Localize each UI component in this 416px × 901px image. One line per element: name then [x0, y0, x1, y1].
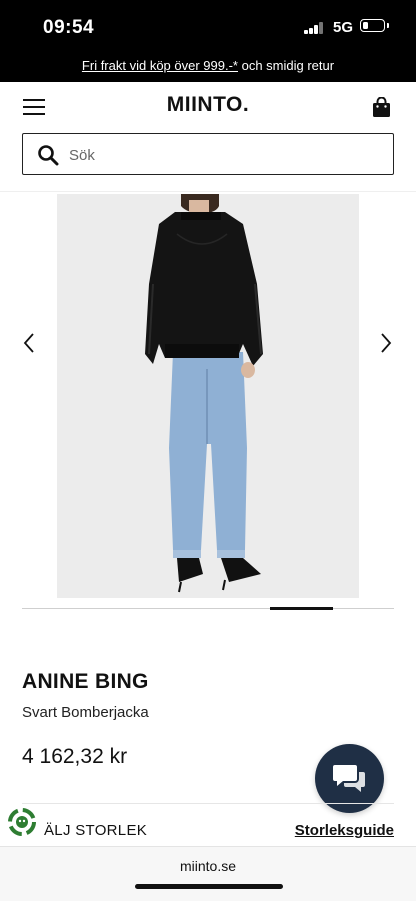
- search-icon: [38, 145, 59, 166]
- size-divider: [22, 803, 394, 804]
- promo-text: och smidig retur: [237, 58, 335, 73]
- product-price: 4 162,32 kr: [22, 745, 128, 768]
- status-time: 09:54: [43, 17, 95, 38]
- product-brand[interactable]: ANINE BING: [22, 670, 149, 694]
- select-size-dropdown[interactable]: ÄLJ STORLEK: [44, 822, 147, 839]
- chevron-right-icon[interactable]: [376, 330, 396, 356]
- cellular-signal-icon: [304, 22, 324, 34]
- site-header: MIINTO.: [0, 82, 416, 132]
- carousel-progress-track: [22, 608, 394, 609]
- battery-icon: [360, 19, 389, 32]
- chevron-left-icon[interactable]: [20, 330, 40, 356]
- status-bar: 09:54 5G: [0, 0, 416, 54]
- header-divider: [0, 191, 416, 192]
- browser-url-bar[interactable]: miinto.se: [0, 846, 416, 901]
- recycle-badge-icon[interactable]: [6, 806, 38, 838]
- carousel-progress-indicator: [270, 607, 333, 610]
- product-photo[interactable]: [57, 194, 359, 598]
- home-indicator[interactable]: [135, 884, 283, 889]
- chat-bubbles-icon: [333, 765, 365, 792]
- shopping-bag-icon[interactable]: [372, 97, 391, 118]
- promo-link[interactable]: Fri frakt vid köp över 999.-*: [82, 58, 238, 73]
- product-name: Svart Bomberjacka: [22, 704, 149, 721]
- url-text: miinto.se: [179, 858, 237, 874]
- site-logo[interactable]: MIINTO.: [0, 93, 416, 117]
- search-box[interactable]: [22, 133, 394, 175]
- size-guide-link[interactable]: Storleksguide: [295, 822, 394, 839]
- network-label: 5G: [333, 19, 354, 36]
- search-input[interactable]: [67, 142, 371, 168]
- promo-banner: Fri frakt vid köp över 999.-* och smidig…: [0, 54, 416, 82]
